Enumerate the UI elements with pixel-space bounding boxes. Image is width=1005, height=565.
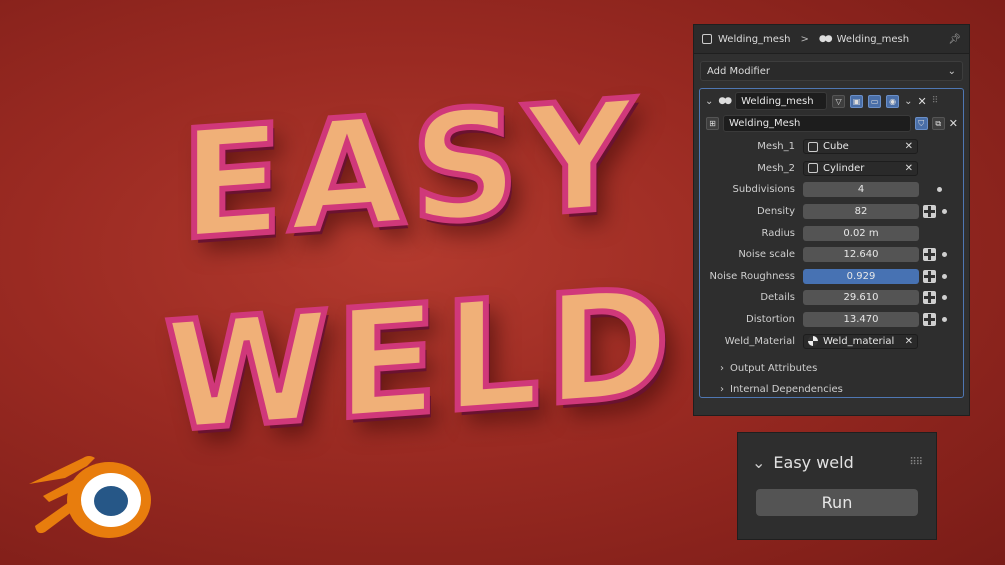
prop-row-density: Density 82: [700, 201, 963, 223]
close-icon[interactable]: ✕: [918, 95, 927, 108]
prop-row-noise-roughness: Noise Roughness 0.929: [700, 266, 963, 288]
geometry-nodes-icon: ●●: [718, 96, 732, 106]
keyframe-dot-icon[interactable]: [942, 317, 947, 323]
radius-field[interactable]: 0.02 m: [803, 225, 919, 241]
clear-icon[interactable]: ✕: [905, 163, 913, 174]
duplicate-icon[interactable]: ⧉: [931, 117, 945, 130]
prop-label: Weld_Material: [724, 335, 795, 347]
prop-label: Density: [756, 206, 795, 218]
node-group-row: ⊞ Welding_Mesh ⛉ ⧉ ✕: [700, 113, 963, 136]
prop-row-noise-scale: Noise scale 12.640: [700, 244, 963, 266]
prop-label: Subdivisions: [732, 184, 795, 196]
breadcrumb-modifier[interactable]: Welding_mesh: [837, 34, 910, 45]
attribute-toggle-icon[interactable]: [923, 205, 936, 219]
noise-scale-field[interactable]: 12.640: [803, 247, 919, 263]
clear-icon[interactable]: ✕: [905, 141, 913, 152]
mesh-1-object-field[interactable]: Cube ✕: [803, 139, 918, 155]
cage-toggle-icon[interactable]: ▣: [850, 94, 864, 108]
run-button-label: Run: [821, 493, 853, 512]
modifier-name-field[interactable]: Welding_mesh: [735, 92, 828, 110]
density-field[interactable]: 82: [803, 204, 919, 220]
keyframe-dot-icon[interactable]: [942, 273, 947, 279]
attribute-toggle-icon[interactable]: [923, 313, 936, 327]
details-field[interactable]: 29.610: [803, 290, 919, 306]
prop-value: Weld_material: [823, 335, 895, 347]
prop-value: Cylinder: [823, 162, 865, 174]
attribute-toggle-icon[interactable]: [923, 269, 936, 283]
chevron-down-icon: ⌄: [947, 65, 956, 77]
subpanel-internal-dependencies[interactable]: › Internal Dependencies: [700, 379, 963, 400]
subpanel-output-attributes[interactable]: › Output Attributes: [700, 358, 963, 379]
add-modifier-label: Add Modifier: [707, 65, 770, 77]
mesh-object-icon: [808, 163, 818, 174]
prop-label: Details: [760, 292, 795, 304]
weld-material-field[interactable]: Weld_material ✕: [803, 333, 918, 349]
prop-row-mesh-2: Mesh_2 Cylinder ✕: [700, 158, 963, 180]
prop-row-radius: Radius 0.02 m: [700, 222, 963, 244]
easy-weld-panel: ⌄ Easy weld ⠿⠿ Run: [737, 432, 937, 540]
drag-grip-icon[interactable]: ⠿⠿: [909, 457, 923, 468]
breadcrumb: Welding_mesh > ●● Welding_mesh 📌︎: [694, 25, 969, 54]
distortion-field[interactable]: 13.470: [803, 312, 919, 328]
prop-label: Noise scale: [738, 249, 795, 261]
unlink-close-icon[interactable]: ✕: [949, 117, 958, 130]
node-tree-icon[interactable]: ⊞: [706, 117, 719, 130]
viewport-display-icon[interactable]: ▭: [868, 94, 882, 108]
breadcrumb-object[interactable]: Welding_mesh: [718, 34, 791, 45]
prop-label: Mesh_2: [757, 162, 795, 174]
keyframe-dot-icon[interactable]: [942, 209, 947, 215]
fake-user-icon[interactable]: ⛉: [914, 117, 928, 130]
prop-row-weld-material: Weld_Material Weld_material ✕: [700, 330, 963, 352]
easy-weld-header[interactable]: ⌄ Easy weld ⠿⠿: [738, 447, 936, 477]
noise-roughness-field[interactable]: 0.929: [803, 268, 919, 284]
collapse-chevron-icon[interactable]: ⌄: [705, 96, 713, 107]
blender-logo-icon: [29, 456, 151, 538]
keyframe-dot-icon[interactable]: [942, 295, 947, 301]
modifier-properties-panel: Welding_mesh > ●● Welding_mesh 📌︎ Add Mo…: [693, 24, 970, 416]
modifier-nodes-icon: ●●: [818, 34, 833, 44]
node-group-field[interactable]: Welding_Mesh: [723, 115, 911, 132]
prop-label: Radius: [761, 227, 795, 239]
subpanel-label: Internal Dependencies: [730, 383, 843, 395]
render-camera-icon[interactable]: ◉: [886, 94, 900, 108]
chevron-right-icon: ›: [720, 383, 724, 395]
title-easy: EASY: [177, 65, 642, 277]
prop-row-distortion: Distortion 13.470: [700, 309, 963, 331]
prop-row-mesh-1: Mesh_1 Cube ✕: [700, 136, 963, 158]
modifier-header: ⌄ ●● Welding_mesh ▽ ▣ ▭ ◉ ⌄ ✕ ⠿: [700, 89, 963, 113]
node-group-name: Welding_Mesh: [729, 118, 801, 129]
mesh-2-object-field[interactable]: Cylinder ✕: [803, 160, 918, 176]
drag-grip-icon[interactable]: ⠿: [932, 96, 939, 106]
geometry-nodes-modifier: ⌄ ●● Welding_mesh ▽ ▣ ▭ ◉ ⌄ ✕ ⠿ ⊞ Weldin…: [699, 88, 964, 398]
subpanel-label: Output Attributes: [730, 362, 818, 374]
object-data-icon: [702, 34, 712, 44]
mesh-object-icon: [808, 141, 818, 152]
easy-weld-title: Easy weld: [773, 452, 854, 472]
prop-label: Noise Roughness: [709, 270, 795, 282]
attribute-toggle-icon[interactable]: [923, 291, 936, 305]
prop-label: Mesh_1: [757, 141, 795, 153]
attribute-toggle-icon[interactable]: [923, 248, 936, 262]
prop-label: Distortion: [746, 314, 795, 326]
chevron-down-icon: ⌄: [752, 452, 766, 472]
chevron-down-icon[interactable]: ⌄: [904, 96, 912, 107]
prop-row-details: Details 29.610: [700, 287, 963, 309]
pin-icon[interactable]: 📌︎: [948, 34, 961, 45]
material-sphere-icon: [808, 336, 818, 347]
edit-mode-toggle-icon[interactable]: ▽: [832, 94, 846, 108]
modifier-name-text: Welding_mesh: [741, 95, 814, 107]
clear-icon[interactable]: ✕: [905, 336, 913, 347]
subdivisions-field[interactable]: 4: [803, 182, 919, 198]
run-button[interactable]: Run: [756, 489, 918, 516]
keyframe-dot-icon[interactable]: [937, 187, 942, 193]
title-weld: WELD: [161, 253, 679, 469]
prop-row-subdivisions: Subdivisions 4: [700, 179, 963, 201]
chevron-right-icon: ›: [720, 362, 724, 374]
keyframe-dot-icon[interactable]: [942, 252, 947, 258]
add-modifier-dropdown[interactable]: Add Modifier ⌄: [700, 61, 963, 81]
prop-value: Cube: [823, 141, 849, 153]
chevron-right-icon: >: [800, 33, 809, 45]
